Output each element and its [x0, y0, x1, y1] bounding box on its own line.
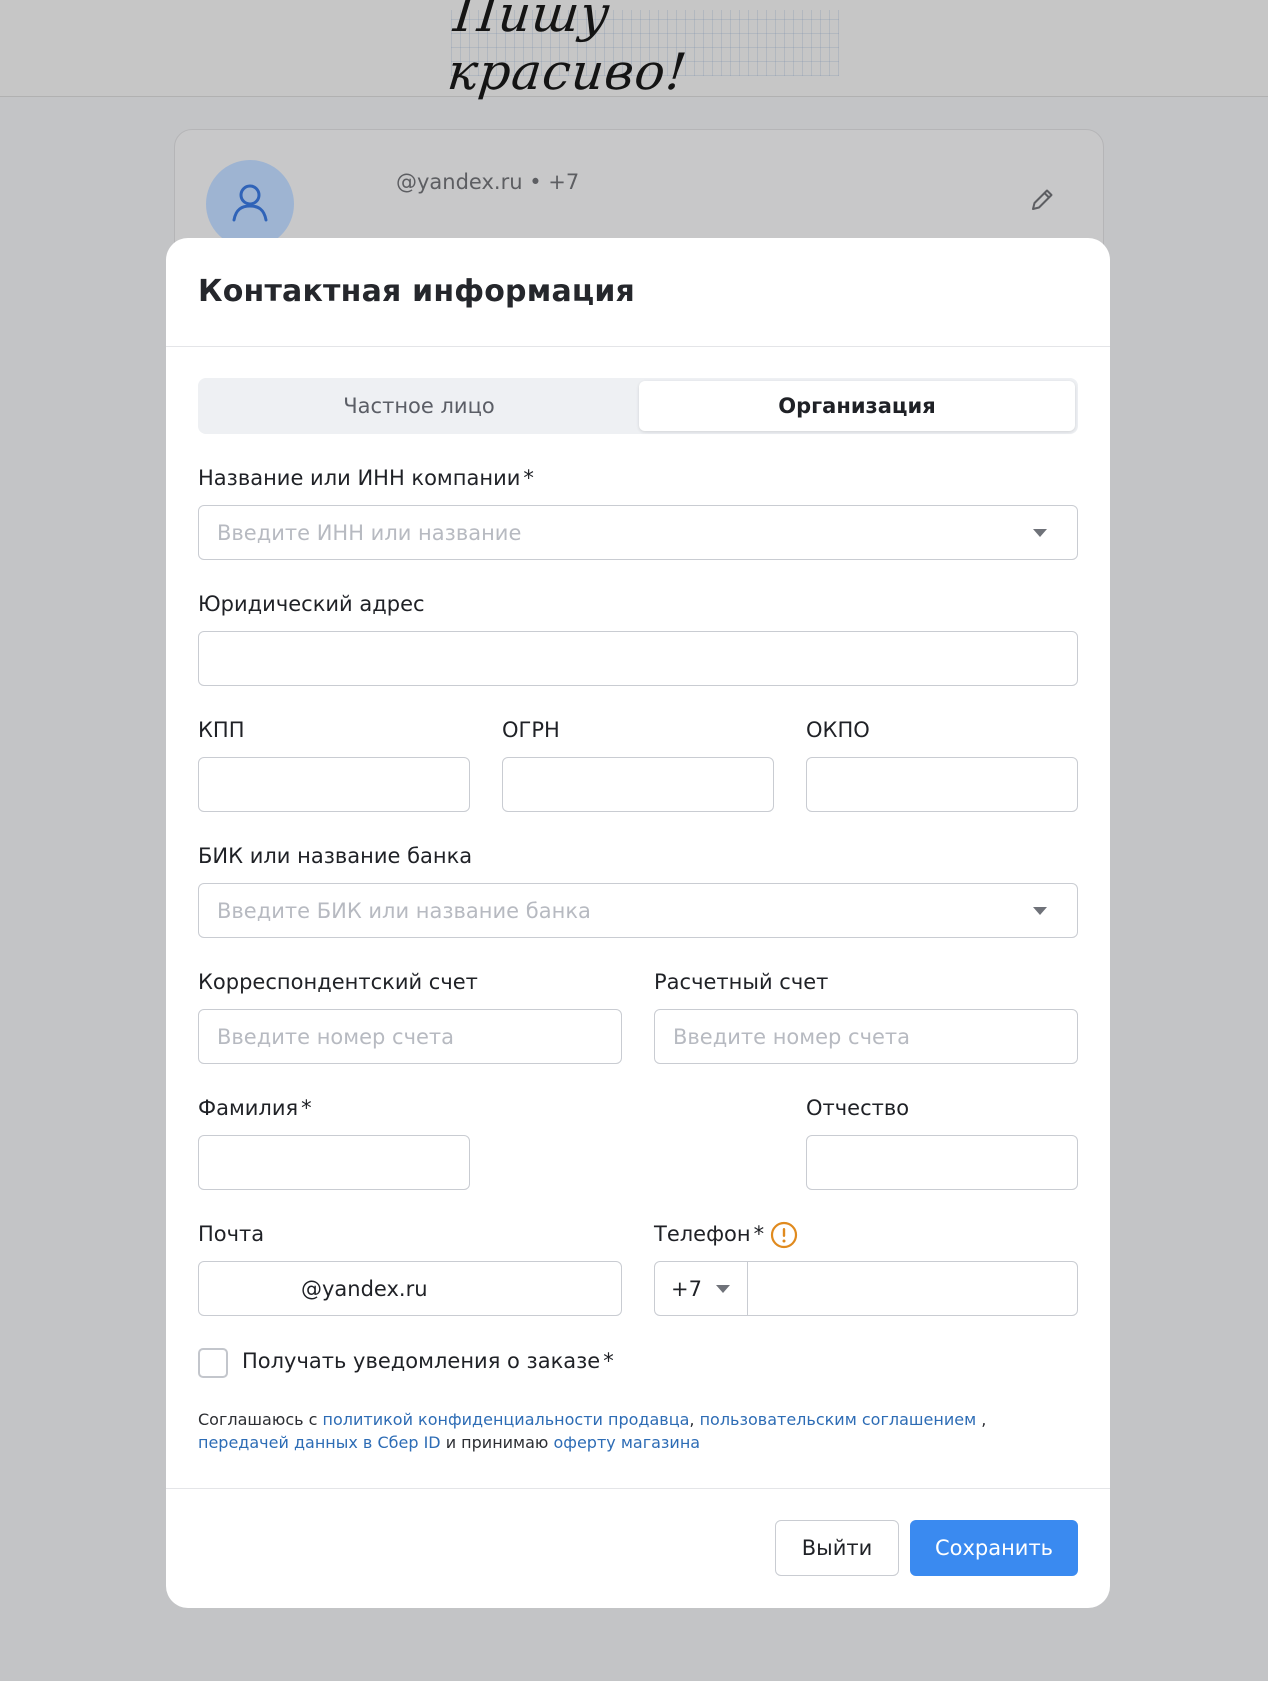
- settlement-account-field[interactable]: [654, 1009, 1078, 1064]
- phone-code-text: +7: [671, 1276, 702, 1301]
- notifications-label[interactable]: Получать уведомления о заказе *: [242, 1349, 614, 1373]
- patronymic-label: Отчество: [806, 1096, 910, 1120]
- bank-label: БИК или название банка: [198, 844, 473, 868]
- company-select[interactable]: [198, 505, 1078, 560]
- user-icon: [232, 184, 268, 222]
- avatar: [206, 160, 294, 248]
- phone-input[interactable]: [748, 1262, 1077, 1315]
- chevron-down-icon: [715, 1284, 730, 1293]
- company-label: Название или ИНН компании *: [198, 466, 534, 490]
- logo-text: Пишу красиво!: [444, 0, 691, 101]
- modal-title: Контактная информация: [198, 274, 636, 309]
- chevron-down-icon[interactable]: [1033, 907, 1047, 915]
- profile-contact: @yandex.ru • +7: [396, 170, 580, 194]
- kpp-label: КПП: [198, 718, 245, 742]
- kpp-field[interactable]: [198, 757, 470, 812]
- header-divider: [166, 346, 1110, 347]
- chevron-down-icon[interactable]: [1033, 529, 1047, 537]
- surname-field[interactable]: [198, 1135, 470, 1190]
- company-input[interactable]: [199, 506, 1077, 559]
- user-agreement-link[interactable]: пользовательским соглашением: [700, 1410, 977, 1429]
- legal-address-input[interactable]: [199, 632, 1077, 685]
- tab-private-person[interactable]: Частное лицо: [201, 381, 637, 431]
- legal-address-field[interactable]: [198, 631, 1078, 686]
- bank-input[interactable]: [199, 884, 1077, 937]
- legal-text: ,: [689, 1410, 700, 1429]
- surname-input[interactable]: [199, 1136, 469, 1189]
- email-label: Почта: [198, 1222, 265, 1246]
- top-bar: Пишу красиво!: [0, 0, 1268, 101]
- phone-country-code[interactable]: +7: [655, 1262, 748, 1315]
- sber-id-link[interactable]: передачей данных в Сбер ID: [198, 1433, 441, 1452]
- ogrn-label: ОГРН: [502, 718, 560, 742]
- warning-icon[interactable]: [770, 1221, 798, 1253]
- exit-button[interactable]: Выйти: [775, 1520, 899, 1576]
- ogrn-field[interactable]: [502, 757, 774, 812]
- site-logo[interactable]: Пишу красиво!: [445, 0, 839, 101]
- corr-account-input[interactable]: [199, 1010, 621, 1063]
- ogrn-input[interactable]: [503, 758, 773, 811]
- legal-text: Соглашаюсь с: [198, 1410, 323, 1429]
- phone-field[interactable]: +7: [654, 1261, 1078, 1316]
- pencil-icon[interactable]: [1028, 186, 1056, 218]
- legal-address-label: Юридический адрес: [198, 592, 425, 616]
- okpo-label: ОКПО: [806, 718, 870, 742]
- privacy-policy-link[interactable]: политикой конфиденциальности продавца: [323, 1410, 690, 1429]
- email-field[interactable]: [198, 1261, 622, 1316]
- email-input[interactable]: [199, 1262, 621, 1315]
- phone-label: Телефон *: [654, 1222, 765, 1246]
- notifications-checkbox[interactable]: [198, 1348, 228, 1378]
- bank-select[interactable]: [198, 883, 1078, 938]
- tab-organization[interactable]: Организация: [639, 381, 1075, 431]
- okpo-field[interactable]: [806, 757, 1078, 812]
- customer-type-switch: Частное лицо Организация: [198, 378, 1078, 434]
- legal-text: и принимаю: [440, 1433, 554, 1452]
- kpp-input[interactable]: [199, 758, 469, 811]
- settlement-account-label: Расчетный счет: [654, 970, 829, 994]
- patronymic-field[interactable]: [806, 1135, 1078, 1190]
- patronymic-input[interactable]: [807, 1136, 1077, 1189]
- corr-account-label: Корреспондентский счет: [198, 970, 478, 994]
- corr-account-field[interactable]: [198, 1009, 622, 1064]
- footer-divider: [166, 1488, 1110, 1489]
- contact-info-modal: Контактная информация Частное лицо Орган…: [166, 238, 1110, 1608]
- okpo-input[interactable]: [807, 758, 1077, 811]
- surname-label: Фамилия *: [198, 1096, 312, 1120]
- store-offer-link[interactable]: оферту магазина: [553, 1433, 700, 1452]
- legal-consent-text: Соглашаюсь с политикой конфиденциальност…: [198, 1408, 1058, 1454]
- save-button[interactable]: Сохранить: [910, 1520, 1078, 1576]
- settlement-account-input[interactable]: [655, 1010, 1077, 1063]
- legal-text: ,: [976, 1410, 987, 1429]
